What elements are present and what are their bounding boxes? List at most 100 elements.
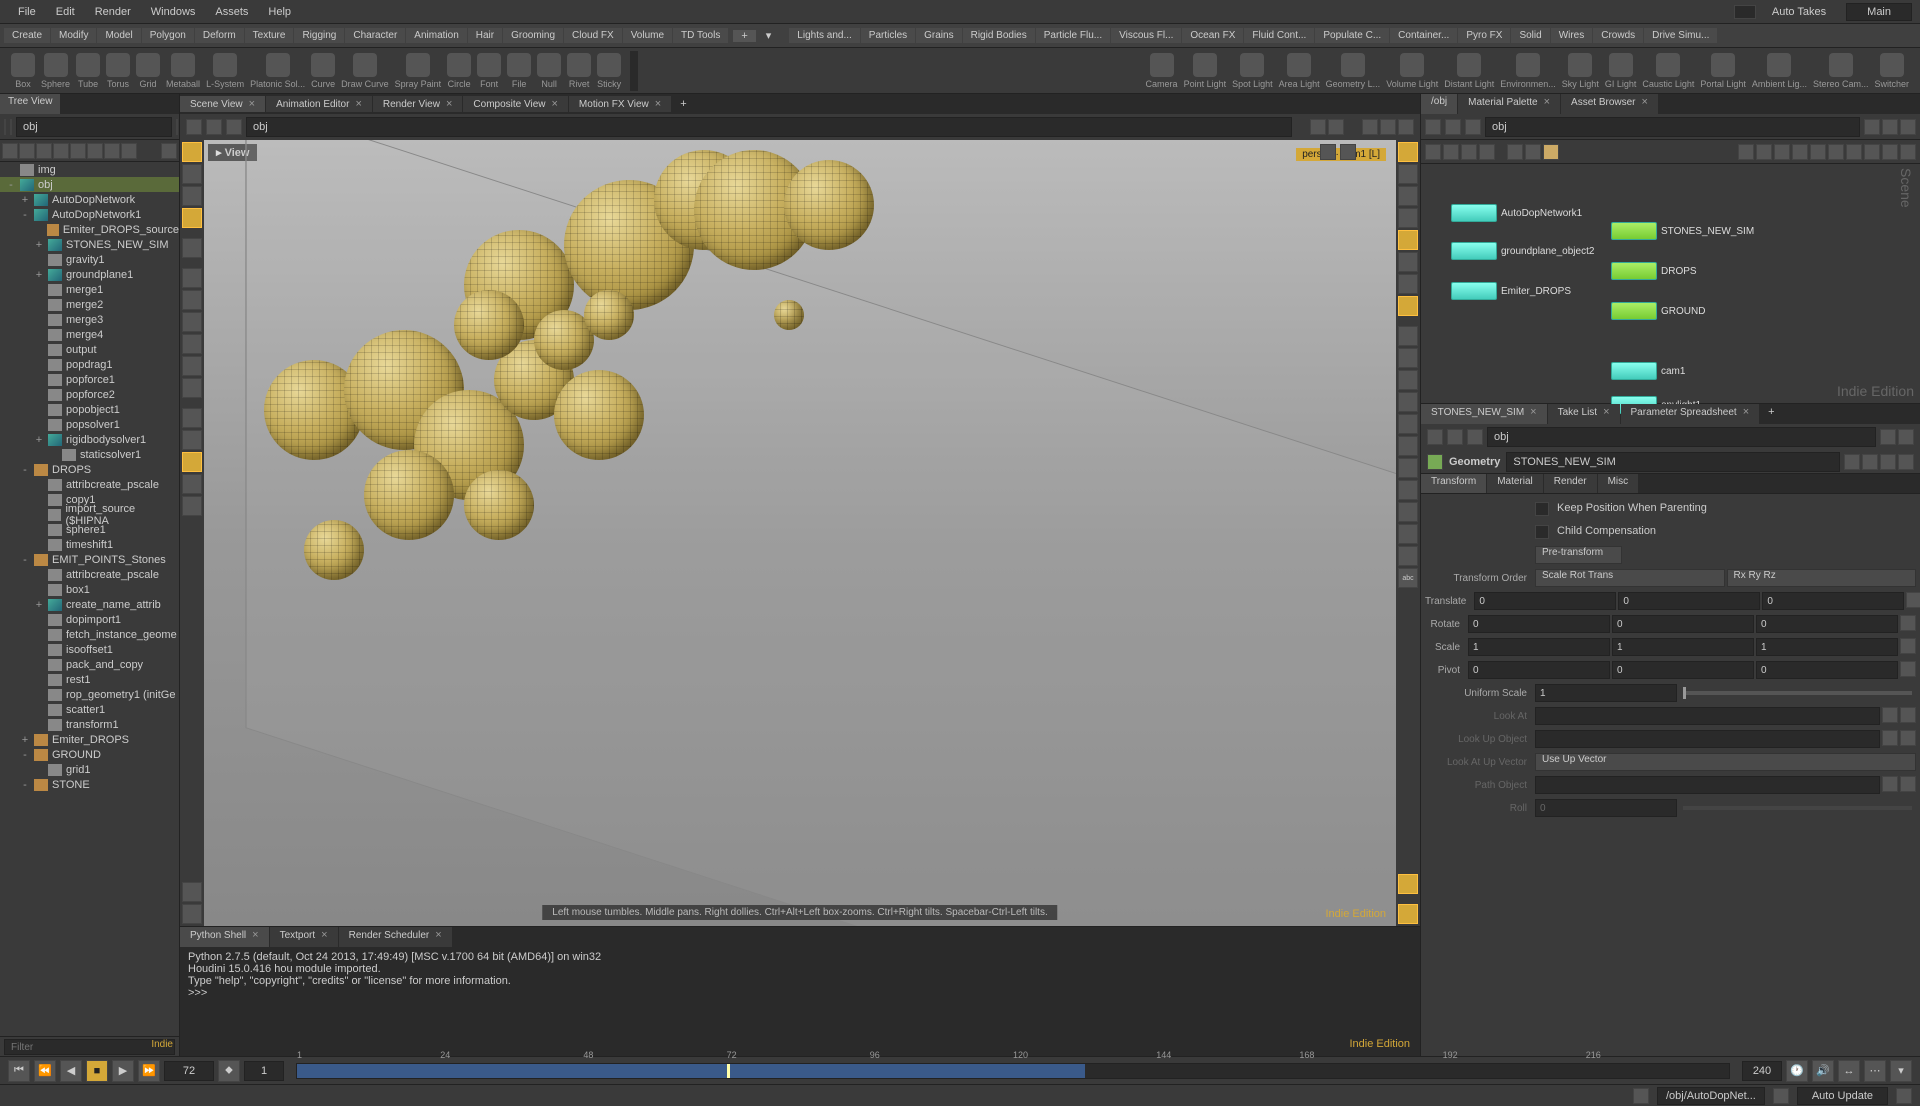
tree-item[interactable]: merge2	[0, 297, 179, 312]
tree-item[interactable]: grid1	[0, 762, 179, 777]
display-opt-icon[interactable]	[1398, 326, 1418, 346]
net-tool-icon[interactable]	[1738, 144, 1754, 160]
gear-icon[interactable]	[1844, 454, 1860, 470]
shelf-tab[interactable]: Deform	[195, 28, 244, 43]
shelf-tool-sticky[interactable]: Sticky	[597, 53, 621, 89]
keeppos-checkbox[interactable]	[1535, 502, 1549, 516]
tree-item[interactable]: dopimport1	[0, 612, 179, 627]
status-path[interactable]: /obj/AutoDopNet...	[1657, 1087, 1765, 1105]
tree-item[interactable]: -DROPS	[0, 462, 179, 477]
net-opt-icon[interactable]	[1900, 119, 1916, 135]
net-tool-icon[interactable]	[1792, 144, 1808, 160]
tree-tool-icon[interactable]	[53, 143, 69, 159]
tool-icon[interactable]	[182, 268, 202, 288]
px-input[interactable]	[1468, 661, 1610, 679]
params-tab[interactable]: STONES_NEW_SIM×	[1421, 404, 1547, 424]
params-subtab[interactable]: Render	[1544, 474, 1597, 493]
net-tool-icon[interactable]	[1525, 144, 1541, 160]
lookat-input[interactable]	[1535, 707, 1880, 725]
tool-icon[interactable]	[182, 496, 202, 516]
net-tool-icon[interactable]	[1846, 144, 1862, 160]
status-icon[interactable]	[1633, 1088, 1649, 1104]
shelf-tool-draw curve[interactable]: Draw Curve	[341, 53, 389, 89]
net-tool-icon[interactable]	[1507, 144, 1523, 160]
abc-icon[interactable]: abc	[1398, 568, 1418, 588]
uscale-input[interactable]	[1535, 684, 1677, 702]
display-opt-icon[interactable]	[1398, 274, 1418, 294]
tree-item[interactable]: import_source ($HIPNA	[0, 507, 179, 522]
pretransform-select[interactable]: Pre-transform	[1535, 546, 1622, 564]
shelf-tool-camera[interactable]: Camera	[1146, 53, 1178, 89]
auto-update-select[interactable]: Auto Update	[1797, 1087, 1888, 1105]
shelf-tab[interactable]: Viscous Fl...	[1111, 28, 1181, 43]
start-frame-input[interactable]	[244, 1061, 284, 1081]
node-name-input[interactable]	[1506, 452, 1840, 472]
tree-item[interactable]: popsolver1	[0, 417, 179, 432]
tree-item[interactable]: gravity1	[0, 252, 179, 267]
python-shell[interactable]: Python 2.7.5 (default, Oct 24 2013, 17:4…	[180, 947, 1420, 1056]
menu-render[interactable]: Render	[85, 6, 141, 18]
shelf-tool-circle[interactable]: Circle	[447, 53, 471, 89]
display-opt-icon[interactable]	[1398, 348, 1418, 368]
shelf-tool-font[interactable]: Font	[477, 53, 501, 89]
3d-viewport[interactable]: ▸ View persp1 · cam1 [L]	[204, 140, 1396, 926]
network-node[interactable]: AutoDopNetwork1	[1451, 204, 1582, 222]
shelf-tab[interactable]: Character	[345, 28, 405, 43]
tool-icon[interactable]	[182, 474, 202, 494]
display-opt-icon[interactable]	[1398, 436, 1418, 456]
vp-snapshot-icon[interactable]	[1310, 119, 1326, 135]
stop-button[interactable]: ■	[86, 1060, 108, 1082]
net-tool-icon[interactable]	[1425, 144, 1441, 160]
range-button[interactable]: ↔	[1838, 1060, 1860, 1082]
net-home-icon[interactable]	[1465, 119, 1481, 135]
net-opt-icon[interactable]	[1882, 119, 1898, 135]
shelf-tool-rivet[interactable]: Rivet	[567, 53, 591, 89]
tool-icon[interactable]	[182, 334, 202, 354]
shelf-tool-metaball[interactable]: Metaball	[166, 53, 200, 89]
vp-nav-back-icon[interactable]	[186, 119, 202, 135]
console-tab[interactable]: Textport×	[270, 927, 338, 947]
ry-input[interactable]	[1612, 615, 1754, 633]
tool-icon[interactable]	[182, 904, 202, 924]
menu-assets[interactable]: Assets	[205, 6, 258, 18]
shelf-tool-sphere[interactable]: Sphere	[41, 53, 70, 89]
display-opt-icon[interactable]	[1398, 392, 1418, 412]
network-tab[interactable]: Asset Browser×	[1561, 94, 1658, 114]
shelf-tab[interactable]: Grooming	[503, 28, 563, 43]
display-opt-icon[interactable]	[1398, 502, 1418, 522]
display-opt-icon[interactable]	[1398, 370, 1418, 390]
shelf-tool-grid[interactable]: Grid	[136, 53, 160, 89]
shelf-tool-point light[interactable]: Point Light	[1184, 53, 1227, 89]
ty-input[interactable]	[1618, 592, 1760, 610]
net-tool-icon[interactable]	[1864, 144, 1880, 160]
tree-tool-icon[interactable]	[87, 143, 103, 159]
shelf-tool-distant light[interactable]: Distant Light	[1444, 53, 1494, 89]
param-nav-fwd-icon[interactable]	[1447, 429, 1463, 445]
network-node[interactable]: cam1	[1611, 362, 1685, 380]
tree-view-tab[interactable]: Tree View	[0, 94, 60, 114]
pz-input[interactable]	[1756, 661, 1898, 679]
tree-item[interactable]: -AutoDopNetwork1	[0, 207, 179, 222]
param-opt-icon[interactable]	[1898, 429, 1914, 445]
tree-item[interactable]: isooffset1	[0, 642, 179, 657]
shelf-tab[interactable]: Hair	[468, 28, 502, 43]
autotakes-checkbox[interactable]	[1734, 5, 1756, 19]
display-opt-icon[interactable]	[1398, 252, 1418, 272]
shelf-dropdown-icon[interactable]: ▾	[760, 29, 778, 42]
display-opt-icon[interactable]	[1398, 186, 1418, 206]
vp-home-icon[interactable]	[226, 119, 242, 135]
chooser-icon[interactable]	[1900, 707, 1916, 723]
shelf-tab[interactable]: Particles	[861, 28, 915, 43]
param-nav-back-icon[interactable]	[1427, 429, 1443, 445]
audio-button[interactable]: 🔊	[1812, 1060, 1834, 1082]
next-key-button[interactable]: ⏩	[138, 1060, 160, 1082]
display-opt-icon[interactable]	[1398, 524, 1418, 544]
uscale-slider[interactable]	[1683, 691, 1912, 695]
snap-tool-icon[interactable]	[182, 430, 202, 450]
chooser-icon[interactable]	[1882, 776, 1898, 792]
prev-key-button[interactable]: ⏪	[34, 1060, 56, 1082]
tree-item[interactable]: img	[0, 162, 179, 177]
roll-slider[interactable]	[1683, 806, 1912, 810]
shelf-tool-portal light[interactable]: Portal Light	[1700, 53, 1746, 89]
net-tool-icon[interactable]	[1774, 144, 1790, 160]
